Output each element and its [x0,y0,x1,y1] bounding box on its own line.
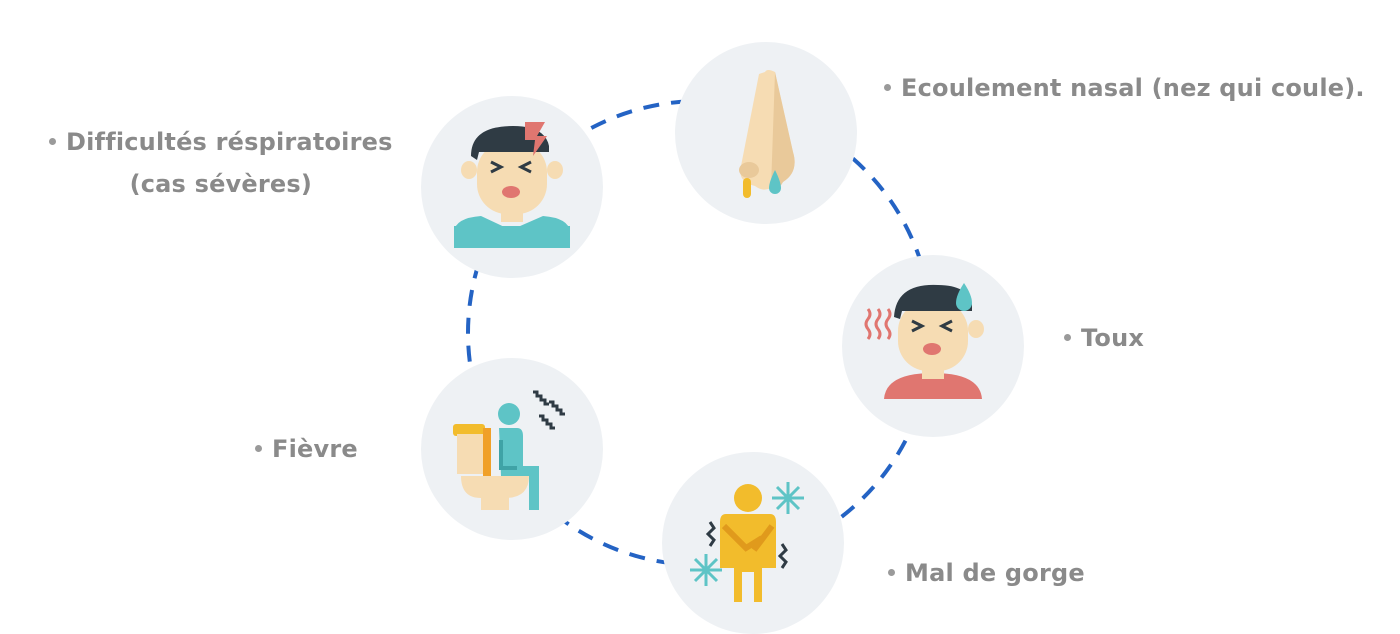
node-sore-throat [662,452,844,634]
label-sore-throat: Mal de gorge [888,559,1085,587]
bullet-icon [49,137,56,145]
node-fever [421,358,603,540]
sick-sweating-face-icon [864,283,984,399]
label-text-line1: Difficultés réspiratoires [66,128,393,156]
shivering-cold-person-icon [690,482,804,602]
label-text: Mal de gorge [905,559,1085,587]
bullet-icon [884,83,891,91]
label-runny-nose: Ecoulement nasal (nez qui coule). [884,74,1365,102]
label-text: Ecoulement nasal (nez qui coule). [901,74,1365,102]
label-text: Toux [1081,324,1145,352]
label-text-line2: (cas sévères) [129,170,313,198]
label-text: Fièvre [272,435,358,463]
label-cough: Toux [1064,324,1144,352]
bullet-icon [1064,333,1071,341]
node-breathing [421,96,603,278]
bullet-icon [888,568,895,576]
label-breathing: Difficultés réspiratoires (cas sévères) [49,128,393,198]
node-cough [842,255,1024,437]
node-runny-nose [675,42,857,224]
bullet-icon [255,444,262,452]
label-fever: Fièvre [255,435,358,463]
headache-face-icon [454,122,570,248]
person-on-toilet-icon [453,390,565,510]
runny-nose-icon [739,70,795,198]
